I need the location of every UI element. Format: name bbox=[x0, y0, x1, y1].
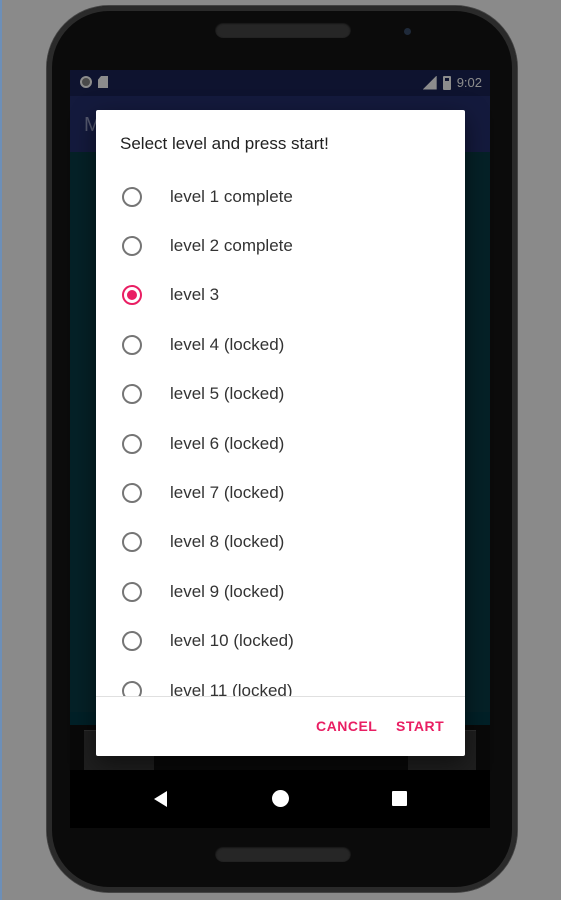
back-icon[interactable] bbox=[154, 791, 167, 807]
level-option-label: level 4 (locked) bbox=[170, 334, 285, 354]
level-option[interactable]: level 4 (locked) bbox=[96, 320, 465, 369]
bottom-speaker bbox=[215, 846, 351, 862]
level-option-label: level 1 complete bbox=[170, 186, 293, 206]
level-option[interactable]: level 7 (locked) bbox=[96, 468, 465, 517]
level-option-label: level 2 complete bbox=[170, 236, 293, 256]
level-option[interactable]: level 9 (locked) bbox=[96, 567, 465, 616]
radio-button[interactable] bbox=[122, 384, 142, 405]
dialog-title: Select level and press start! bbox=[120, 134, 329, 153]
front-camera bbox=[404, 28, 411, 35]
cancel-button[interactable]: CANCEL bbox=[316, 718, 377, 734]
level-options-list[interactable]: level 1 complete level 2 complete level … bbox=[96, 172, 465, 696]
radio-button[interactable] bbox=[122, 236, 142, 257]
radio-button[interactable] bbox=[122, 581, 142, 602]
radio-button[interactable] bbox=[122, 483, 142, 504]
radio-button[interactable] bbox=[122, 532, 142, 553]
level-option-label: level 7 (locked) bbox=[170, 483, 285, 503]
start-button[interactable]: START bbox=[396, 718, 444, 734]
home-icon[interactable] bbox=[272, 790, 289, 807]
level-option-label: level 11 (locked) bbox=[170, 680, 293, 696]
level-option[interactable]: level 11 (locked) bbox=[96, 666, 465, 696]
level-option-label: level 10 (locked) bbox=[170, 631, 294, 651]
level-option[interactable]: level 2 complete bbox=[96, 221, 465, 270]
radio-button[interactable] bbox=[122, 680, 142, 696]
radio-button[interactable] bbox=[122, 631, 142, 652]
dialog-divider bbox=[96, 696, 465, 697]
level-option-label: level 3 bbox=[170, 285, 220, 305]
level-option-label: level 6 (locked) bbox=[170, 433, 285, 453]
radio-button[interactable] bbox=[122, 186, 142, 207]
radio-button[interactable] bbox=[122, 433, 142, 454]
level-option-label: level 9 (locked) bbox=[170, 581, 285, 601]
top-speaker bbox=[215, 22, 351, 38]
level-select-dialog: Select level and press start! level 1 co… bbox=[96, 110, 465, 756]
radio-button-selected[interactable] bbox=[122, 285, 142, 306]
recents-icon[interactable] bbox=[392, 791, 407, 806]
level-option[interactable]: level 10 (locked) bbox=[96, 617, 465, 666]
navigation-bar bbox=[70, 770, 490, 828]
level-option[interactable]: level 8 (locked) bbox=[96, 518, 465, 567]
level-option-label: level 5 (locked) bbox=[170, 384, 285, 404]
level-option[interactable]: level 1 complete bbox=[96, 172, 465, 221]
radio-button[interactable] bbox=[122, 334, 142, 355]
level-option[interactable]: level 6 (locked) bbox=[96, 419, 465, 468]
level-option[interactable]: level 5 (locked) bbox=[96, 370, 465, 419]
level-option[interactable]: level 3 bbox=[96, 271, 465, 320]
level-option-label: level 8 (locked) bbox=[170, 532, 285, 552]
